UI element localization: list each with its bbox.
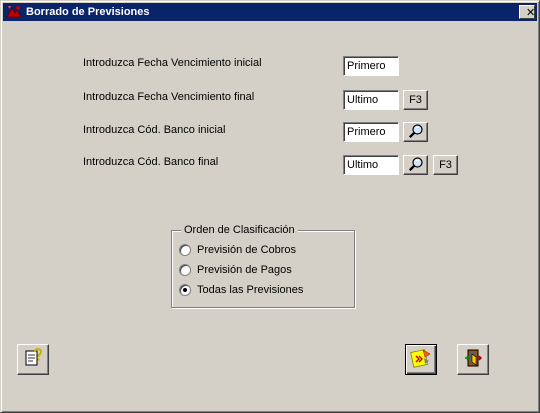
magnifier-icon xyxy=(408,156,424,175)
main-window: Borrado de Previsiones ✕ Introduzca Fech… xyxy=(0,0,540,413)
radio-label: Todas las Previsiones xyxy=(197,284,304,296)
title-bar: Borrado de Previsiones ✕ xyxy=(3,3,537,21)
radio-button[interactable] xyxy=(179,264,191,276)
execute-button[interactable] xyxy=(405,344,437,375)
radio-option-pagos[interactable]: Previsión de Pagos xyxy=(179,263,292,277)
close-button[interactable]: ✕ xyxy=(519,5,535,19)
banco-inicial-search-button[interactable] xyxy=(403,122,428,142)
radio-button-checked[interactable] xyxy=(179,284,191,296)
fecha-final-label: Introduzca Fecha Vencimiento final xyxy=(83,91,255,103)
close-icon: ✕ xyxy=(526,6,536,19)
magnifier-icon xyxy=(408,123,424,142)
exit-door-icon xyxy=(463,348,483,371)
fecha-final-input[interactable] xyxy=(343,90,399,110)
help-button[interactable] xyxy=(17,344,49,375)
radio-label: Previsión de Pagos xyxy=(197,264,292,276)
radio-label: Previsión de Cobros xyxy=(197,244,297,256)
fecha-inicial-input[interactable] xyxy=(343,56,399,76)
radio-option-cobros[interactable]: Previsión de Cobros xyxy=(179,243,296,257)
execute-delete-icon xyxy=(410,347,432,372)
help-document-icon xyxy=(23,347,43,371)
banco-inicial-input[interactable] xyxy=(343,122,399,142)
app-icon xyxy=(6,5,22,19)
fecha-inicial-label: Introduzca Fecha Vencimiento inicial xyxy=(83,57,262,69)
radio-button[interactable] xyxy=(179,244,191,256)
banco-final-search-button[interactable] xyxy=(403,155,428,175)
banco-final-label: Introduzca Cód. Banco final xyxy=(83,156,219,168)
exit-button[interactable] xyxy=(457,344,489,375)
fecha-final-f3-button[interactable]: F3 xyxy=(403,90,428,110)
banco-inicial-label: Introduzca Cód. Banco inicial xyxy=(83,124,226,136)
banco-final-input[interactable] xyxy=(343,155,399,175)
orden-clasificacion-legend: Orden de Clasificación xyxy=(181,224,298,237)
window-title: Borrado de Previsiones xyxy=(26,6,150,18)
banco-final-f3-button[interactable]: F3 xyxy=(433,155,458,175)
radio-option-todas[interactable]: Todas las Previsiones xyxy=(179,283,303,297)
